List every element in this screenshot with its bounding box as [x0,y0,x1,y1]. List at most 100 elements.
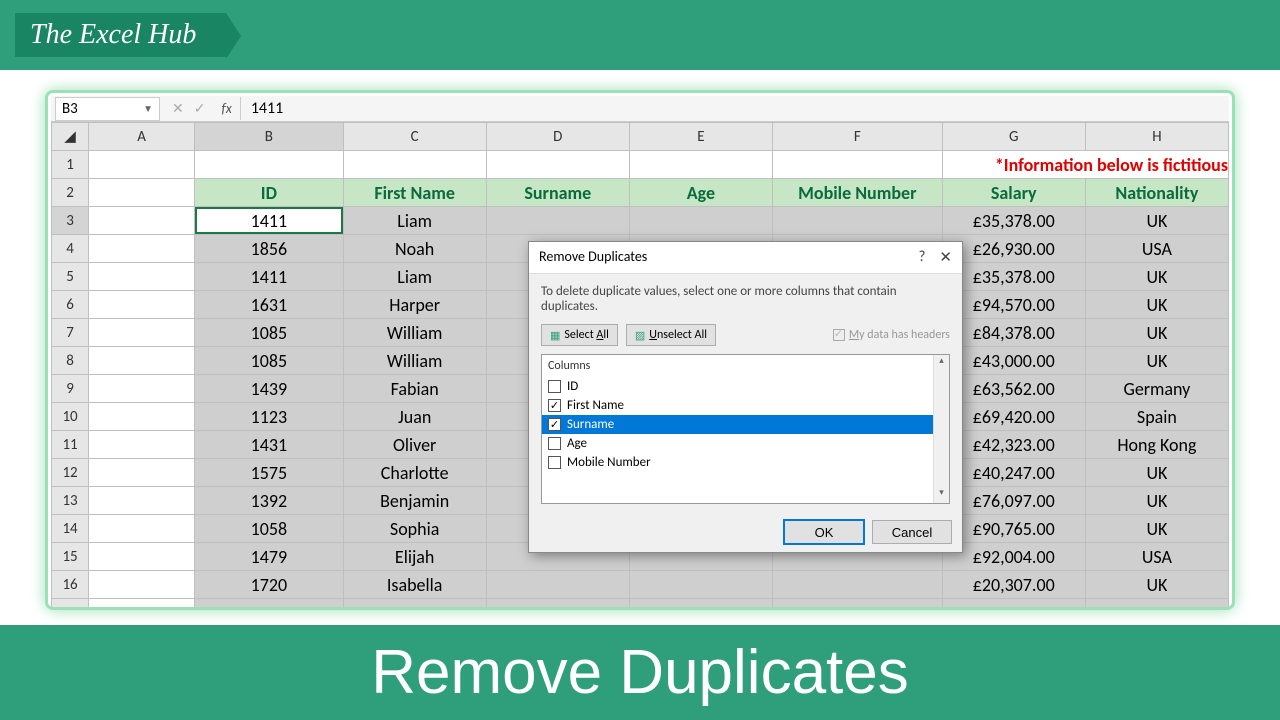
cell[interactable]: 1856 [195,235,343,263]
cell[interactable]: USA [1085,543,1228,571]
scrollbar[interactable]: ▴ ▾ [933,355,949,503]
cell[interactable]: 1123 [195,403,343,431]
row-header[interactable]: 14 [52,515,89,543]
table-header[interactable]: Nationality [1085,179,1228,207]
row-header[interactable]: 13 [52,487,89,515]
row-2[interactable]: 2 ID First Name Surname Age Mobile Numbe… [52,179,1229,207]
row-header[interactable]: 9 [52,375,89,403]
cell[interactable]: £76,097.00 [942,487,1085,515]
cell[interactable]: Sophia [343,515,486,543]
cell[interactable]: £77,232.00 [942,599,1085,611]
cell[interactable]: 1085 [195,347,343,375]
cell[interactable]: William [343,347,486,375]
cell[interactable]: 1411 [195,263,343,291]
cell[interactable]: Liam [343,263,486,291]
table-row[interactable]: 161720Isabella£20,307.00UK [52,571,1229,599]
cell[interactable]: Benjamin [343,487,486,515]
cell[interactable]: £20,307.00 [942,571,1085,599]
row-header[interactable]: 10 [52,403,89,431]
col-header-f[interactable]: F [773,123,943,151]
cell[interactable] [486,599,629,611]
cell[interactable] [773,571,943,599]
ok-button[interactable]: OK [784,520,864,544]
chevron-down-icon[interactable]: ▼ [143,102,153,115]
cell[interactable]: William [343,319,486,347]
columns-listbox[interactable]: Columns IDFirst NameSurnameAgeMobile Num… [541,354,950,504]
row-1[interactable]: 1 *Information below is fictitious [52,151,1229,179]
cell[interactable]: 1085 [195,319,343,347]
select-all-corner[interactable]: ◢ [52,123,89,151]
column-checkbox-item[interactable]: ID [542,377,949,396]
row-header[interactable]: 15 [52,543,89,571]
cell[interactable]: £42,323.00 [942,431,1085,459]
cell[interactable]: Charlotte [343,459,486,487]
cell[interactable]: USA [1085,235,1228,263]
column-checkbox-item[interactable]: Surname [542,415,949,434]
row-header[interactable]: 2 [52,179,89,207]
table-row[interactable]: 31411Liam£35,378.00UK [52,207,1229,235]
col-header-g[interactable]: G [942,123,1085,151]
cell[interactable]: Isabella [343,571,486,599]
cell[interactable]: Lucas [343,599,486,611]
cell[interactable]: Elijah [343,543,486,571]
cell[interactable]: Spain [1085,403,1228,431]
cell[interactable]: 1631 [195,291,343,319]
cell[interactable] [486,571,629,599]
cell[interactable] [773,207,943,235]
cell[interactable]: £35,378.00 [942,263,1085,291]
col-header-d[interactable]: D [486,123,629,151]
cell[interactable]: 1431 [195,431,343,459]
col-header-c[interactable]: C [343,123,486,151]
cell[interactable]: 1930 [195,599,343,611]
cell[interactable]: £90,765.00 [942,515,1085,543]
column-checkbox-item[interactable]: First Name [542,396,949,415]
help-icon[interactable]: ? [918,248,925,267]
cell[interactable]: UK [1085,319,1228,347]
cell[interactable]: UK [1085,487,1228,515]
cell[interactable]: 1439 [195,375,343,403]
fx-icon[interactable]: fx [213,100,239,117]
table-header[interactable]: Salary [942,179,1085,207]
cancel-formula-icon[interactable]: ✕ [172,100,184,117]
cell[interactable]: £69,420.00 [942,403,1085,431]
row-header[interactable]: 12 [52,459,89,487]
unselect-all-button[interactable]: ▨ Unselect All [626,324,716,346]
col-header-b[interactable]: B [195,123,343,151]
cell[interactable]: 1392 [195,487,343,515]
cell[interactable]: 1411 [195,207,343,235]
col-header-h[interactable]: H [1085,123,1228,151]
cell[interactable]: 1720 [195,571,343,599]
cell[interactable]: UK [1085,599,1228,611]
accept-formula-icon[interactable]: ✓ [194,100,206,117]
cell[interactable]: Hong Kong [1085,431,1228,459]
cell[interactable]: Germany [1085,375,1228,403]
cell[interactable] [629,207,772,235]
cell[interactable]: Harper [343,291,486,319]
col-header-e[interactable]: E [629,123,772,151]
table-header[interactable]: Age [629,179,772,207]
row-header[interactable]: 8 [52,347,89,375]
cell[interactable]: £40,247.00 [942,459,1085,487]
select-all-button[interactable]: ▦ Select All [541,324,618,346]
cell[interactable] [773,599,943,611]
cell[interactable]: 1058 [195,515,343,543]
cell[interactable]: UK [1085,459,1228,487]
table-header[interactable]: First Name [343,179,486,207]
row-header[interactable]: 16 [52,571,89,599]
row-header[interactable]: 11 [52,431,89,459]
cell[interactable]: £94,570.00 [942,291,1085,319]
cell[interactable]: £92,004.00 [942,543,1085,571]
row-header[interactable]: 5 [52,263,89,291]
cell[interactable] [629,571,772,599]
cell[interactable]: 1479 [195,543,343,571]
row-header[interactable]: 6 [52,291,89,319]
name-box[interactable]: B3 ▼ [55,97,160,121]
dialog-titlebar[interactable]: Remove Duplicates ? ✕ [529,242,962,274]
cell[interactable]: £35,378.00 [942,207,1085,235]
cell[interactable]: £84,378.00 [942,319,1085,347]
cell[interactable]: 1575 [195,459,343,487]
column-checkbox-item[interactable]: Age [542,434,949,453]
row-header[interactable]: 3 [52,207,89,235]
cell[interactable]: Fabian [343,375,486,403]
scroll-down-icon[interactable]: ▾ [934,487,949,503]
